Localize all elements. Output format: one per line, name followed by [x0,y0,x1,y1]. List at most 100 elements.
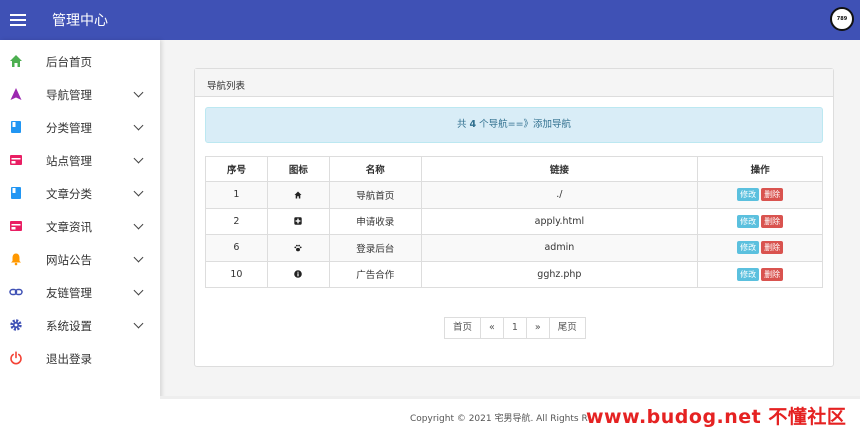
column-header-actions: 操作 [697,156,823,182]
avatar[interactable]: 789 [830,7,854,31]
delete-button[interactable]: 删除 [761,267,784,281]
current-page-button[interactable]: 1 [502,317,527,339]
sidebar-item-label: 友链管理 [46,286,92,300]
chevron-down-icon [133,153,144,164]
cell-id: 2 [205,207,268,235]
add-navigation-link[interactable]: 添加导航 [533,119,571,130]
cell-name: 导航首页 [328,181,422,209]
sidebar-item-label: 分类管理 [46,121,92,135]
edit-button[interactable]: 修改 [737,214,760,228]
sidebar-item-settings[interactable]: 系统设置 [0,309,160,342]
navigation-icon [10,88,22,100]
info-prefix: 共 [456,119,470,130]
sidebar-item-label: 站点管理 [46,154,92,168]
gear-icon [10,319,22,331]
sidebar-item-label: 网站公告 [46,253,92,267]
cell-actions: 修改 删除 [697,207,823,235]
sidebar-item-label: 文章资讯 [46,220,92,234]
edit-button[interactable]: 修改 [737,188,760,202]
sidebar-item-articles[interactable]: 文章资讯 [0,210,160,243]
cell-id: 6 [205,234,268,262]
cell-link: apply.html [420,207,699,235]
cell-id: 10 [205,260,268,288]
watermark: www.budog.net 不懂社区 [586,406,847,428]
first-page-button[interactable]: 首页 [444,317,482,339]
copyright-text: Copyright © 2021 宅男导航. All Rights Re [410,414,593,424]
hamburger-menu-icon[interactable] [10,11,26,29]
sidebar-item-label: 退出登录 [46,352,92,366]
book-icon [11,187,21,199]
sidebar-item-navigation[interactable]: 导航管理 [0,78,160,111]
sidebar-item-article-categories[interactable]: 文章分类 [0,177,160,210]
home-icon [294,191,302,199]
panel-title: 导航列表 [195,69,833,97]
next-page-button[interactable]: » [525,317,550,339]
info-alert: 共 4 个导航==》添加导航 [205,107,823,143]
column-header-link: 链接 [420,156,699,182]
bell-icon [11,253,21,266]
main-content: 导航列表 共 4 个导航==》添加导航 序号 图标 名称 链接 操作 1 导航首… [160,40,860,434]
sidebar: 后台首页 导航管理 分类管理 站点管理 文章分类 文章资讯 网站公告 友链管理 … [0,40,160,434]
link-icon [9,288,23,296]
sidebar-item-friend-links[interactable]: 友链管理 [0,276,160,309]
delete-button[interactable]: 删除 [761,188,784,202]
chevron-down-icon [133,219,144,230]
cell-icon [266,260,330,288]
info-circle-icon [294,270,303,279]
chevron-down-icon [133,285,144,296]
cell-link: ./ [420,181,699,209]
home-icon [10,55,22,67]
edit-button[interactable]: 修改 [737,267,760,281]
paw-icon [294,244,302,252]
delete-button[interactable]: 删除 [761,214,784,228]
table-header-row: 序号 图标 名称 链接 操作 [205,156,823,182]
table-row: 1 导航首页 ./ 修改 删除 [205,181,823,209]
prev-page-button[interactable]: « [480,317,504,339]
column-header-icon: 图标 [266,156,330,182]
sidebar-item-label: 系统设置 [46,319,92,333]
sidebar-item-announcements[interactable]: 网站公告 [0,243,160,276]
delete-button[interactable]: 删除 [761,241,784,255]
sidebar-item-sites[interactable]: 站点管理 [0,144,160,177]
cell-icon [266,234,330,262]
table-row: 6 登录后台 admin 修改 删除 [205,234,823,262]
edit-button[interactable]: 修改 [737,241,760,255]
cell-icon [266,181,330,209]
sidebar-item-categories[interactable]: 分类管理 [0,111,160,144]
chevron-down-icon [133,186,144,197]
cell-link: gghz.php [420,260,699,288]
column-header-name: 名称 [328,156,422,182]
cell-link: admin [420,234,699,262]
sidebar-item-dashboard[interactable]: 后台首页 [0,45,160,78]
sidebar-item-logout[interactable]: 退出登录 [0,342,160,375]
cell-actions: 修改 删除 [697,234,823,262]
sidebar-item-label: 导航管理 [46,88,92,102]
chevron-down-icon [133,120,144,131]
cell-id: 1 [205,181,268,209]
chevron-down-icon [133,87,144,98]
web-icon [10,221,22,231]
cell-name: 登录后台 [328,234,422,262]
web-icon [10,155,22,165]
table-row: 10 广告合作 gghz.php 修改 删除 [205,260,823,288]
app-title: 管理中心 [52,13,108,29]
last-page-button[interactable]: 尾页 [548,317,586,339]
plus-square-icon [294,217,303,225]
cell-actions: 修改 删除 [697,260,823,288]
chevron-down-icon [133,252,144,263]
sidebar-item-label: 后台首页 [46,55,92,69]
cell-actions: 修改 删除 [697,181,823,209]
chevron-down-icon [133,318,144,329]
navigation-list-panel: 导航列表 共 4 个导航==》添加导航 序号 图标 名称 链接 操作 1 导航首… [194,68,834,367]
table-row: 2 申请收录 apply.html 修改 删除 [205,207,823,235]
power-icon [10,351,22,365]
book-icon [11,121,21,133]
sidebar-item-label: 文章分类 [46,187,92,201]
cell-name: 申请收录 [328,207,422,235]
top-app-bar: 管理中心 789 [0,0,860,40]
cell-icon [266,207,330,235]
navigation-table: 序号 图标 名称 链接 操作 1 导航首页 ./ 修改 删除 2 申请收录 ap… [205,156,823,288]
info-suffix: 个导航==》 [476,119,534,130]
cell-name: 广告合作 [328,260,422,288]
pagination: 首页 « 1 » 尾页 [444,317,586,339]
